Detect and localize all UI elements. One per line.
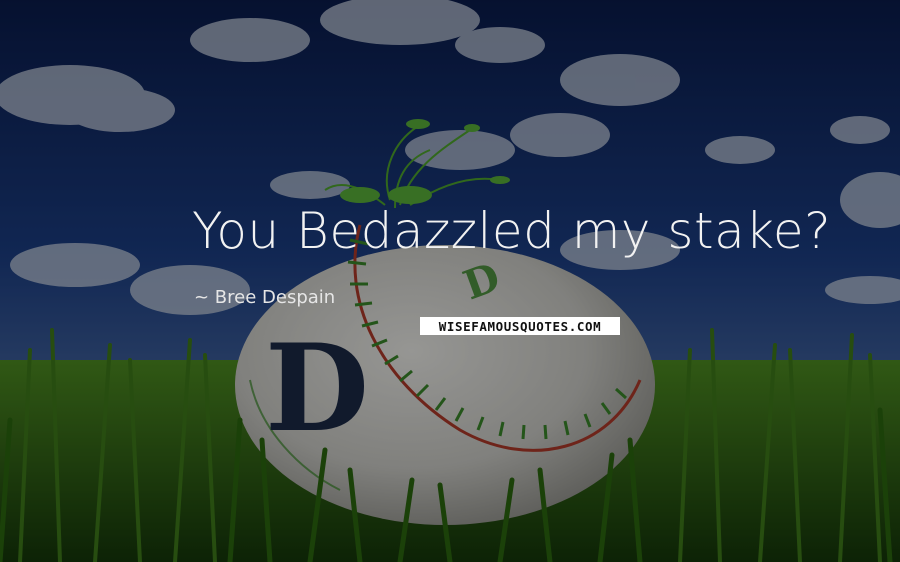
quote-author: ~ Bree Despain [194,287,336,308]
watermark-logo: WISEFAMOUSQUOTES.COM [420,317,620,335]
quote-image: D D You Bedazzled my stake? ~ Bree Despa… [0,0,900,562]
watermark-text: WISEFAMOUSQUOTES.COM [438,318,602,334]
quote-text: You Bedazzled my stake? [192,202,832,260]
dark-overlay [0,0,900,562]
